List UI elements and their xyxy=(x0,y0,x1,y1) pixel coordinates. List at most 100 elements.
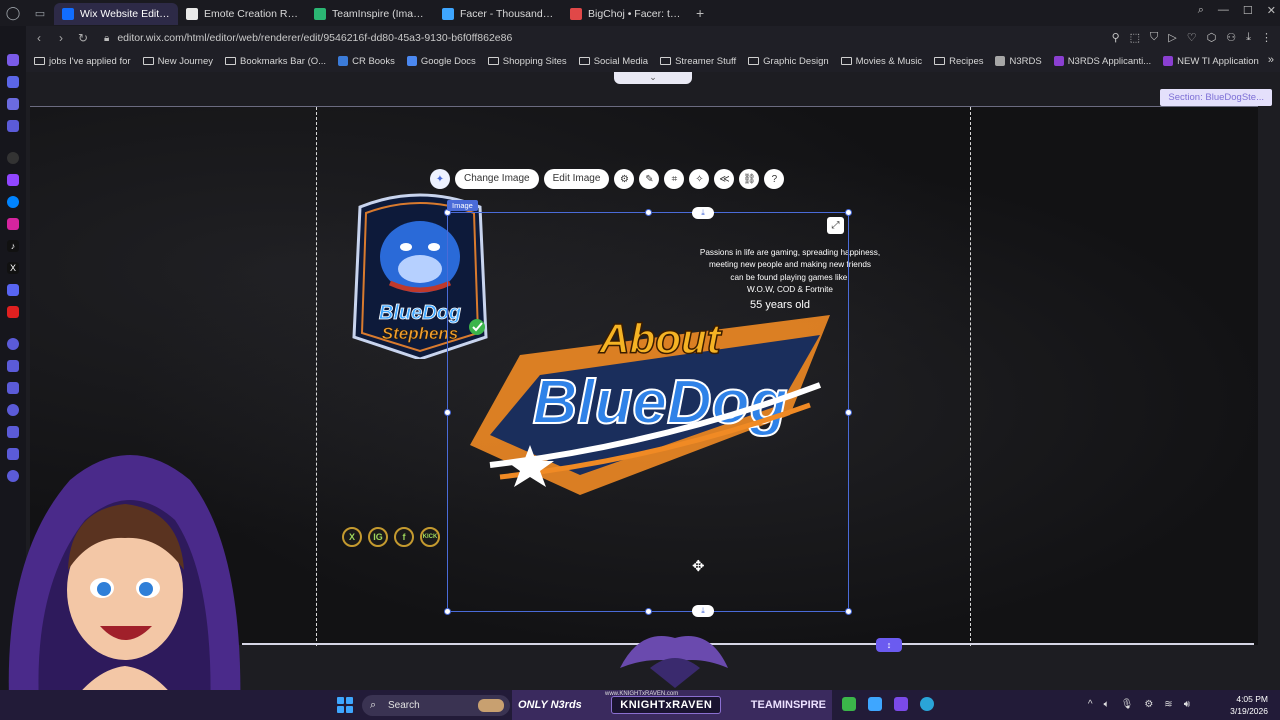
tray-speaker-icon[interactable]: 🔊︎ xyxy=(1184,699,1190,710)
sidebar-aria-icon[interactable] xyxy=(7,54,19,66)
bookmark-item[interactable]: Movies & Music xyxy=(840,56,922,67)
sidebar-chat-icon[interactable] xyxy=(7,76,19,88)
filters-icon[interactable]: ✧ xyxy=(689,169,710,189)
tray-wifi-icon[interactable]: ≋ xyxy=(1164,699,1172,710)
bookmark-item[interactable]: Social Media xyxy=(578,56,648,67)
lock-icon[interactable]: 🔒︎ xyxy=(104,33,109,44)
bookmarks-more-icon[interactable]: » xyxy=(1268,54,1274,66)
animation-icon[interactable]: ≪ xyxy=(714,169,735,189)
browser-menu-icon[interactable]: ◯ xyxy=(0,0,26,26)
bookmark-item[interactable]: CR Books xyxy=(338,56,395,67)
start-button[interactable] xyxy=(337,697,353,713)
sidebar-messenger-icon[interactable] xyxy=(7,196,19,208)
bookmark-item[interactable]: Bookmarks Bar (O... xyxy=(225,56,326,67)
section-label[interactable]: Section: BlueDogSte... xyxy=(1160,89,1272,106)
back-icon[interactable]: ‹ xyxy=(30,31,48,45)
profile-icon[interactable]: ⚇ xyxy=(1226,31,1236,44)
screenshot-icon[interactable]: ⬚ xyxy=(1130,31,1140,44)
resize-handle-tr[interactable] xyxy=(845,209,852,216)
bookmark-item[interactable]: N3RDS Applicanti... xyxy=(1053,56,1151,67)
edit-image-button[interactable]: Edit Image xyxy=(543,169,610,189)
resize-handle-b[interactable] xyxy=(645,608,652,615)
sidebar-favorites-icon[interactable] xyxy=(7,360,19,372)
crop-icon[interactable]: ⌗ xyxy=(664,169,685,189)
taskbar-app-green-icon[interactable] xyxy=(842,697,856,711)
taskbar-app-notes-icon[interactable] xyxy=(868,697,882,711)
ai-tools-icon[interactable]: ✦ xyxy=(430,169,450,189)
resize-handle-bl[interactable] xyxy=(444,608,451,615)
help-icon[interactable]: ? xyxy=(764,169,785,189)
minimize-button[interactable]: — xyxy=(1218,4,1229,17)
workspaces-icon[interactable]: ▭ xyxy=(26,0,54,26)
heart-icon[interactable]: ♡ xyxy=(1187,31,1197,44)
sidebar-player-icon[interactable] xyxy=(7,98,19,110)
menu-icon[interactable]: ⋮ xyxy=(1261,31,1272,44)
sidebar-twitch-icon[interactable] xyxy=(7,120,19,132)
resize-handle-br[interactable] xyxy=(845,608,852,615)
bookmark-item[interactable]: NEW TI Application xyxy=(1163,56,1259,67)
social-kick-icon[interactable]: KICK xyxy=(420,527,440,547)
tray-settings-icon[interactable]: ⚙ xyxy=(1144,699,1153,710)
browser-tab[interactable]: Emote Creation Request xyxy=(178,3,306,25)
close-window-button[interactable]: ✕ xyxy=(1267,4,1276,17)
sidebar-discord-icon[interactable] xyxy=(7,284,19,296)
sidebar-history-icon[interactable] xyxy=(7,382,19,394)
tray-chevron-icon[interactable]: ^ xyxy=(1088,699,1093,710)
tray-mic-icon[interactable]: 🎙︎ xyxy=(1121,699,1134,710)
selected-image-frame[interactable]: ⤓ ⤓ ⤢ ✥ xyxy=(444,207,852,617)
resize-handle-l[interactable] xyxy=(444,409,451,416)
bookmark-item[interactable]: Graphic Design xyxy=(748,56,829,67)
top-drag-handle[interactable]: ⌄ xyxy=(614,72,692,84)
extensions-icon[interactable]: ⬡ xyxy=(1207,31,1217,44)
download-icon[interactable]: ⤓ xyxy=(1246,31,1251,44)
sidebar-twitch2-icon[interactable] xyxy=(7,174,19,186)
url-field[interactable]: editor.wix.com/html/editor/web/renderer/… xyxy=(117,32,512,44)
reload-icon[interactable]: ↻ xyxy=(74,31,92,45)
sidebar-downloads-icon[interactable] xyxy=(7,426,19,438)
bookmark-item[interactable]: Recipes xyxy=(934,56,983,67)
sidebar-clock-icon[interactable] xyxy=(7,404,19,416)
sidebar-music-icon[interactable] xyxy=(7,338,19,350)
social-x-icon[interactable]: X xyxy=(342,527,362,547)
new-tab-button[interactable]: + xyxy=(696,5,704,21)
bookmark-item[interactable]: Shopping Sites xyxy=(487,56,567,67)
maximize-button[interactable]: ☐ xyxy=(1243,4,1253,17)
shield-icon[interactable]: ⛉ xyxy=(1150,31,1158,44)
stretch-bottom-handle[interactable]: ⤓ xyxy=(692,605,714,617)
sidebar-x-icon[interactable]: X xyxy=(7,262,19,274)
resize-handle-t[interactable] xyxy=(645,209,652,216)
expand-icon[interactable]: ⤢ xyxy=(827,217,844,234)
bookmark-item[interactable]: jobs I've applied for xyxy=(34,56,131,67)
bookmark-item[interactable]: N3RDS xyxy=(995,56,1042,67)
browser-tab[interactable]: Facer - Thousands of FRE xyxy=(434,3,562,25)
sidebar-openai-icon[interactable] xyxy=(7,152,19,164)
bookmark-item[interactable]: New Journey xyxy=(142,56,213,67)
design-pencil-icon[interactable]: ✎ xyxy=(639,169,660,189)
change-image-button[interactable]: Change Image xyxy=(455,169,539,189)
sidebar-tiktok-icon[interactable]: ♪ xyxy=(7,240,19,252)
bookmark-item[interactable]: Google Docs xyxy=(406,56,476,67)
search-tabs-icon[interactable]: ⌕ xyxy=(1198,4,1204,17)
taskbar-app-purple-icon[interactable] xyxy=(894,697,908,711)
browser-tab[interactable]: BigChoj • Facer: the world xyxy=(562,3,690,25)
pin-icon[interactable]: ⚲ xyxy=(1112,31,1120,44)
browser-tab[interactable]: Wix Website Editor | Team xyxy=(54,3,178,25)
stretch-top-handle[interactable]: ⤓ xyxy=(692,207,714,219)
resize-handle-r[interactable] xyxy=(845,409,852,416)
taskbar-app-edge-icon[interactable] xyxy=(920,697,934,711)
section-resize-handle[interactable]: ↕ xyxy=(876,638,902,652)
taskbar-search[interactable]: ⌕ Search xyxy=(362,695,510,716)
link-icon[interactable]: ⛓ xyxy=(739,169,760,189)
tab-title: Facer - Thousands of FRE xyxy=(460,8,554,20)
settings-gear-icon[interactable]: ⚙ xyxy=(614,169,635,189)
browser-tab[interactable]: TeamInspire (Images, Pos xyxy=(306,3,434,25)
play-icon[interactable]: ▷ xyxy=(1168,31,1176,44)
tray-volume-icon[interactable]: 🔈︎ xyxy=(1104,699,1110,710)
sidebar-instagram-icon[interactable] xyxy=(7,218,19,230)
bookmark-item[interactable]: Streamer Stuff xyxy=(660,56,736,67)
social-facebook-icon[interactable]: f xyxy=(394,527,414,547)
forward-icon[interactable]: › xyxy=(52,31,70,45)
social-instagram-icon[interactable]: IG xyxy=(368,527,388,547)
sidebar-youtube-icon[interactable] xyxy=(7,306,19,318)
taskbar-clock[interactable]: 4:05 PM 3/19/2026 xyxy=(1230,693,1268,717)
